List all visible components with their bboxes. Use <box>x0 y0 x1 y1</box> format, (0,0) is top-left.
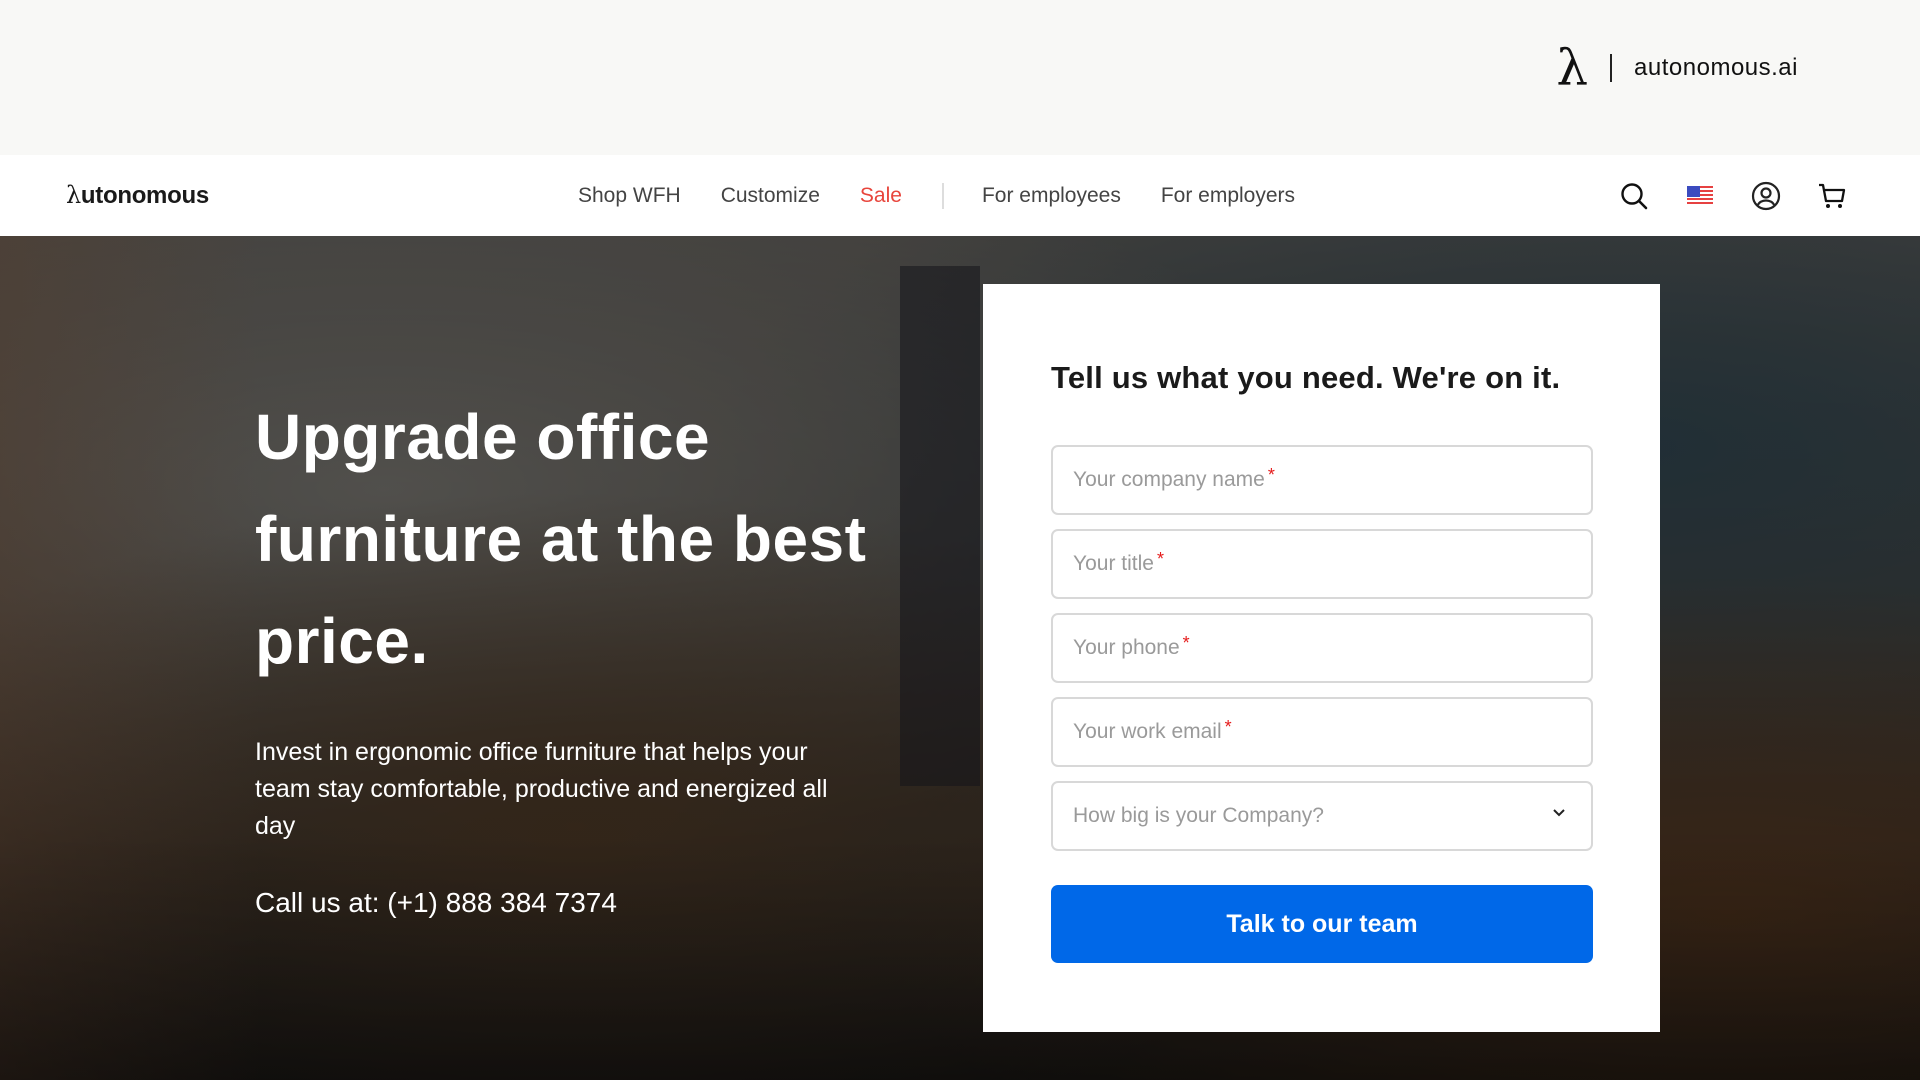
input-placeholder: Your title <box>1073 552 1154 575</box>
input-placeholder: Your company name <box>1073 468 1265 491</box>
work-email-input[interactable]: Your work email * <box>1051 697 1593 767</box>
nav-item-customize[interactable]: Customize <box>721 184 820 208</box>
nav-item-for-employers[interactable]: For employers <box>1161 184 1295 208</box>
company-size-select[interactable]: How big is your Company? <box>1051 781 1593 851</box>
contact-form-card: Tell us what you need. We're on it. Your… <box>983 284 1660 1032</box>
us-flag-icon[interactable] <box>1684 180 1716 212</box>
brand-name: autonomous.ai <box>1634 54 1798 81</box>
required-marker: * <box>1224 716 1232 737</box>
hero-text: Upgrade office furniture at the best pri… <box>255 386 935 919</box>
required-marker: * <box>1182 632 1190 653</box>
nav-item-sale[interactable]: Sale <box>860 184 902 208</box>
logo-text: utonomous <box>80 182 209 209</box>
top-banner: λ autonomous.ai <box>0 0 1920 155</box>
search-icon[interactable] <box>1618 180 1650 212</box>
brand-divider <box>1610 54 1613 82</box>
nav-divider <box>941 182 944 209</box>
required-marker: * <box>1156 548 1164 569</box>
nav-icons <box>1584 155 1848 236</box>
main-nav: λutonomous Shop WFH Customize Sale For e… <box>0 155 1920 236</box>
autonomous-ai-brand[interactable]: λ autonomous.ai <box>1556 39 1798 97</box>
nav-item-shop-wfh[interactable]: Shop WFH <box>578 184 681 208</box>
hero-phone[interactable]: Call us at: (+1) 888 384 7374 <box>255 887 935 919</box>
chevron-down-icon <box>1551 805 1567 826</box>
hero-title: Upgrade office furniture at the best pri… <box>255 401 867 677</box>
form-heading: Tell us what you need. We're on it. <box>1051 360 1561 395</box>
required-marker: * <box>1267 464 1275 485</box>
nav-item-for-employees[interactable]: For employees <box>982 184 1121 208</box>
cart-icon[interactable] <box>1816 180 1848 212</box>
lambda-logo-icon: λ <box>1556 39 1589 97</box>
nav-menu: Shop WFH Customize Sale For employees Fo… <box>578 155 1335 236</box>
company-name-input[interactable]: Your company name * <box>1051 445 1593 515</box>
phone-input[interactable]: Your phone * <box>1051 613 1593 683</box>
input-placeholder: Your phone <box>1073 636 1180 659</box>
select-placeholder: How big is your Company? <box>1073 804 1324 827</box>
title-input[interactable]: Your title * <box>1051 529 1593 599</box>
logo-lambda: λ <box>66 181 81 209</box>
input-placeholder: Your work email <box>1073 720 1222 743</box>
talk-to-team-button[interactable]: Talk to our team <box>1051 885 1593 963</box>
site-logo[interactable]: λutonomous <box>66 181 209 210</box>
hero-subtitle: Invest in ergonomic office furniture tha… <box>255 738 828 840</box>
account-icon[interactable] <box>1750 180 1782 212</box>
